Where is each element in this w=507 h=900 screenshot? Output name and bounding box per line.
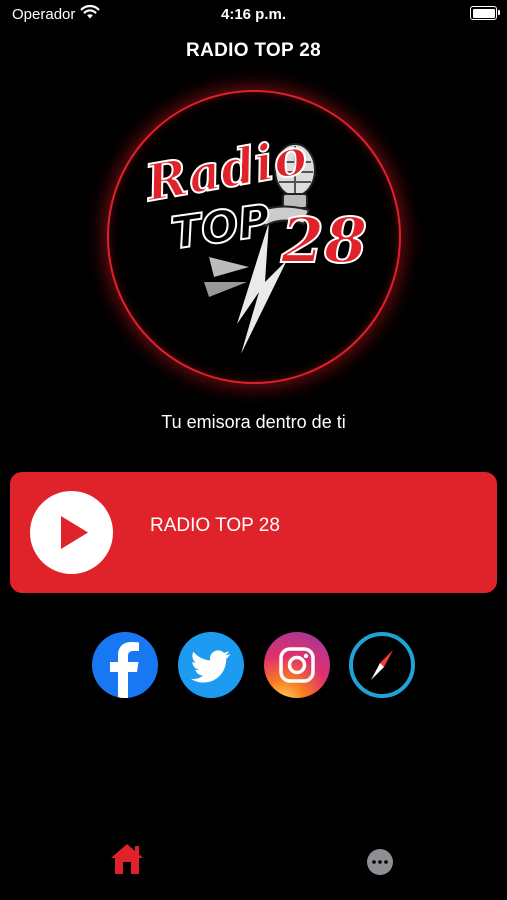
station-name: RADIO TOP 28 [150,515,280,536]
page-title: RADIO TOP 28 [186,40,321,61]
player-card[interactable]: RADIO TOP 28 [10,472,497,593]
twitter-icon [191,650,230,683]
status-bar: Operador 4:16 p.m. [0,0,507,28]
tagline: Tu emisora dentro de ti [161,412,346,432]
battery-icon [470,6,500,20]
instagram-icon [279,647,315,683]
social-links [0,632,507,700]
play-icon [61,516,88,549]
home-icon [111,844,143,874]
logo-text-28: 28 [280,203,368,278]
radio-top-28-logo: Radio TOP 28 [107,90,401,384]
website-button[interactable] [349,632,415,698]
play-button[interactable] [30,491,113,574]
instagram-button[interactable] [264,632,330,698]
tab-bar [0,838,507,888]
facebook-button[interactable] [92,632,158,698]
compass-icon [371,650,393,680]
battery-level [472,8,495,18]
tab-home[interactable] [107,838,147,878]
facebook-icon [110,642,139,698]
more-icon [367,849,393,875]
twitter-button[interactable] [178,632,244,698]
clock-time: 4:16 p.m. [220,6,287,23]
tab-more[interactable] [360,838,400,878]
